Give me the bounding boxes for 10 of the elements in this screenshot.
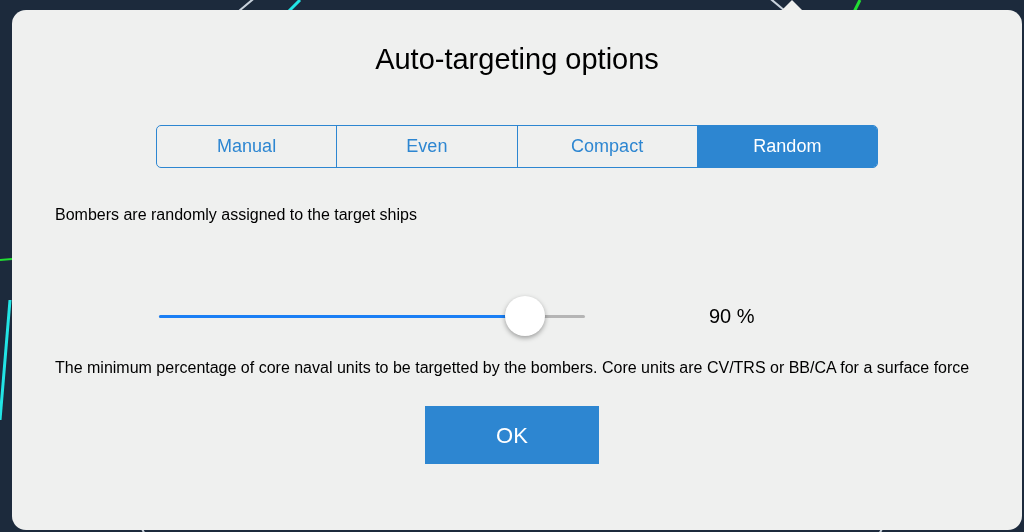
slider-description: The minimum percentage of core naval units to be targetted by the bombers. Core units are CV/TRS or BB/CA for a surface force xyxy=(55,358,971,378)
dialog-title: Auto-targeting options xyxy=(375,42,659,78)
slider-reading: 90 % xyxy=(709,304,755,329)
mode-tab[interactable]: Even xyxy=(336,126,517,167)
mode-tab[interactable]: Random xyxy=(696,126,877,167)
slider-thumb[interactable] xyxy=(505,295,546,336)
mode-description: Bombers are randomly assigned to the target ships xyxy=(55,205,418,225)
ok-button[interactable]: OK xyxy=(425,406,599,464)
mode-tab[interactable]: Manual xyxy=(157,126,337,167)
mode-tab[interactable]: Compact xyxy=(516,126,697,167)
